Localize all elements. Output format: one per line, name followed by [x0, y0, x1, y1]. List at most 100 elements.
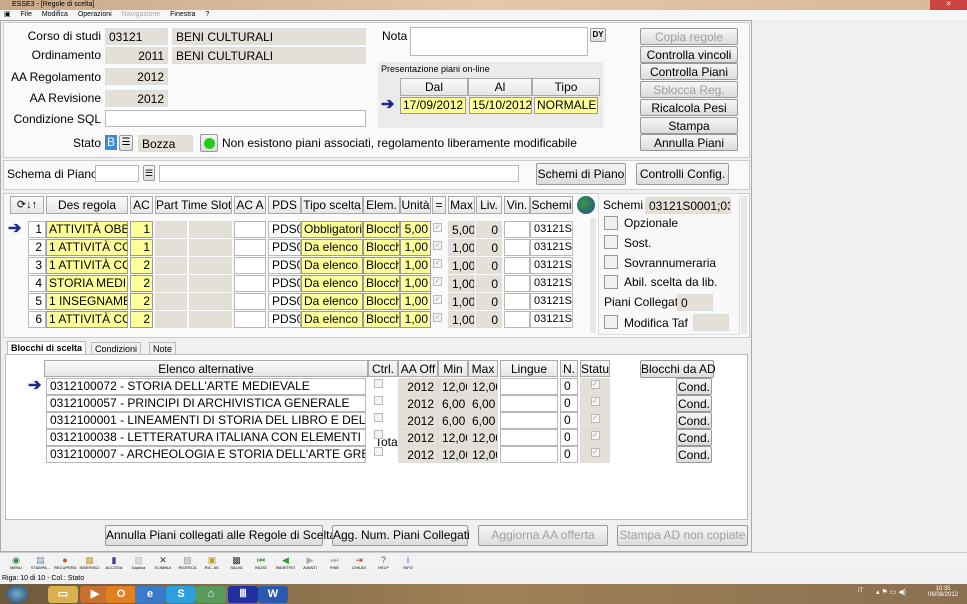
vin-cell[interactable]	[504, 239, 530, 256]
cond-button[interactable]: Cond.	[676, 412, 712, 429]
info-tool-button[interactable]: i INFO	[397, 555, 419, 571]
side-button-copia-regole[interactable]: Copia regole	[640, 28, 738, 45]
rules-col-header[interactable]: Part Time Slot	[155, 196, 232, 214]
vin-cell[interactable]	[504, 221, 530, 238]
menu-file[interactable]: File	[21, 11, 32, 18]
lingue-cell[interactable]	[500, 378, 558, 395]
opzionale-checkbox[interactable]	[604, 216, 618, 230]
des-regola-cell[interactable]: STORIA MEDIE	[46, 275, 128, 292]
menu-tool-button[interactable]: ◉ MENU	[5, 555, 27, 571]
blocchi-col-header[interactable]: Statut.	[580, 360, 610, 377]
rules-col-header[interactable]: Max	[448, 196, 475, 214]
menu-help[interactable]: ?	[205, 11, 209, 18]
sost-checkbox[interactable]	[604, 235, 618, 249]
ac-cell[interactable]: 2	[130, 275, 153, 292]
schema-lookup-icon[interactable]: ☰	[143, 165, 155, 181]
des-regola-cell[interactable]: 1 ATTIVITÀ COM	[46, 257, 128, 274]
rules-col-header[interactable]: AC A	[234, 196, 266, 214]
ac-cell[interactable]: 1	[130, 221, 153, 238]
abil-scelta-checkbox[interactable]	[604, 275, 618, 289]
alternativa-cell[interactable]: 0312100007 - ARCHEOLOGIA E STORIA DELL'A…	[46, 446, 366, 463]
unita-cell[interactable]: 1,00	[400, 311, 431, 328]
menu-finestra[interactable]: Finestra	[170, 11, 195, 18]
elem-cell[interactable]: Blocchi	[363, 221, 400, 238]
pds-cell[interactable]: PDS0-	[268, 257, 301, 274]
taskbar-ie-icon[interactable]: e	[135, 586, 165, 603]
rules-col-header[interactable]: Unità	[400, 196, 431, 214]
ctrl-checkbox[interactable]	[374, 413, 383, 422]
stampa--tool-button[interactable]: ▤ STAMPA...	[30, 555, 52, 571]
salva-tool-button[interactable]: ▩ SALVA	[226, 555, 248, 571]
statut-checkbox[interactable]: ✓	[590, 397, 600, 406]
presentazione-dal[interactable]: 17/09/2012	[400, 97, 466, 114]
rules-col-header[interactable]: Liv.	[476, 196, 502, 214]
ctrl-checkbox[interactable]	[374, 447, 383, 456]
vin-cell[interactable]	[504, 275, 530, 292]
lingue-cell[interactable]	[500, 446, 558, 463]
cond-button[interactable]: Cond.	[676, 446, 712, 463]
pds-cell[interactable]: PDS0-	[268, 311, 301, 328]
schemi-di-piano-button[interactable]: Schemi di Piano	[536, 163, 626, 185]
stato-lookup-icon[interactable]: ☰	[119, 135, 133, 151]
part-time-slot-cell[interactable]	[189, 221, 232, 238]
lingue-cell[interactable]	[500, 429, 558, 446]
cond-button[interactable]: Cond.	[676, 429, 712, 446]
unita-cell[interactable]: 1,00	[400, 239, 431, 256]
alternativa-cell[interactable]: 0312100057 - PRINCIPI DI ARCHIVISTICA GE…	[46, 395, 366, 412]
statut-checkbox[interactable]: ✓	[590, 380, 600, 389]
part-time-slot-cell[interactable]	[155, 275, 187, 292]
recupera-tool-button[interactable]: ● RECUPERA	[54, 555, 76, 571]
pds-cell[interactable]: PDS0-	[268, 221, 301, 238]
alternativa-cell[interactable]: 0312100072 - STORIA DELL'ARTE MEDIEVALE	[46, 378, 366, 395]
side-button-controlla-piani[interactable]: Controlla Piani	[640, 63, 738, 81]
blocchi-da-ad-button[interactable]: Blocchi da AD	[640, 360, 716, 378]
equal-checkbox[interactable]: ✓	[433, 277, 442, 286]
taskbar-network-icon[interactable]: ⌂	[196, 586, 226, 603]
schemi-cell[interactable]: 03121S(	[530, 221, 573, 238]
alternativa-cell[interactable]: 0312100001 - LINEAMENTI DI STORIA DEL LI…	[46, 412, 366, 429]
lingue-cell[interactable]	[500, 412, 558, 429]
ctrl-checkbox[interactable]	[374, 396, 383, 405]
chiudi-tool-button[interactable]: ⇥ CHIUDI	[348, 555, 370, 571]
elem-cell[interactable]: Blocchi	[363, 239, 400, 256]
pds-cell[interactable]: PDS0-	[268, 239, 301, 256]
blocchi-col-header[interactable]: Max	[468, 360, 498, 377]
side-button-annulla-piani[interactable]: Annulla Piani	[640, 134, 738, 152]
des-regola-cell[interactable]: ATTIVITÀ OBBL	[46, 221, 128, 238]
tray-icons[interactable]: ▴ ⚑ ▭ ◀)	[876, 588, 906, 596]
bottom-button-annulla-piani-collegati-alle-regole-di-scelta[interactable]: Annulla Piani collegati alle Regole di S…	[105, 525, 336, 546]
blocchi-col-header[interactable]: Elenco alternative	[44, 360, 368, 377]
pds-cell[interactable]: PDS0-	[268, 275, 301, 292]
rules-col-header[interactable]: Elem.	[363, 196, 400, 214]
part-time-slot-cell[interactable]	[155, 221, 187, 238]
col-al[interactable]: Al	[468, 78, 532, 96]
presentazione-tipo[interactable]: NORMALE	[534, 97, 598, 114]
vin-cell[interactable]	[504, 293, 530, 310]
equal-checkbox[interactable]: ✓	[433, 259, 442, 268]
bottom-button-stampa-ad-non-copiate[interactable]: Stampa AD non copiate	[617, 525, 748, 546]
tipo-scelta-cell[interactable]: Obbligatoria	[301, 221, 363, 238]
col-tipo[interactable]: Tipo	[532, 78, 600, 96]
part-time-slot-cell[interactable]	[189, 275, 232, 292]
elem-cell[interactable]: Blocchi	[363, 293, 400, 310]
start-button[interactable]	[6, 585, 28, 603]
unita-cell[interactable]: 5,00	[400, 221, 431, 238]
sovrannumeraria-checkbox[interactable]	[604, 255, 618, 269]
ac-a-cell[interactable]	[234, 293, 266, 310]
modifica-taf-checkbox[interactable]	[604, 315, 618, 329]
ac-cell[interactable]: 2	[130, 257, 153, 274]
equal-checkbox[interactable]: ✓	[433, 241, 442, 250]
sort-icon[interactable]: ⟳↓↑	[10, 196, 44, 214]
schemi-cell[interactable]: 03121S(	[530, 239, 573, 256]
part-time-slot-cell[interactable]	[155, 257, 187, 274]
elimina-tool-button[interactable]: ✕ ELIMINA	[152, 555, 174, 571]
schema-desc-input[interactable]	[159, 165, 519, 182]
statut-checkbox[interactable]: ✓	[590, 448, 600, 457]
blocchi-col-header[interactable]: Ctrl.	[368, 360, 398, 377]
unita-cell[interactable]: 1,00	[400, 293, 431, 310]
schemi-cell[interactable]: 03121S(	[530, 275, 573, 292]
ricerca-tool-button[interactable]: ▧ RICERCA	[177, 555, 199, 571]
rules-col-header[interactable]: Schemi	[530, 196, 573, 214]
des-regola-cell[interactable]: 1 ATTIVITÀ COM	[46, 311, 128, 328]
ac-cell[interactable]: 1	[130, 239, 153, 256]
